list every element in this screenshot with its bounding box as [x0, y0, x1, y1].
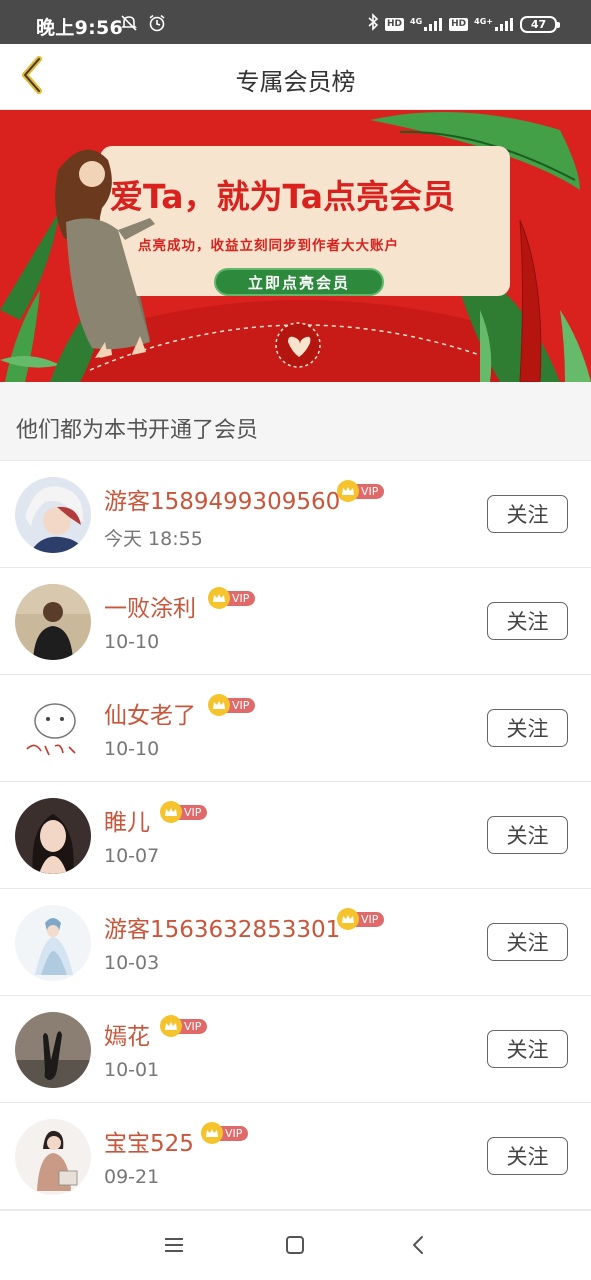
status-time: 晚上9:56 — [36, 17, 124, 39]
member-row[interactable]: 睢儿 VIP 10-07 关注 — [0, 782, 591, 889]
member-date: 09-21 — [104, 1166, 160, 1188]
avatar[interactable] — [15, 477, 91, 553]
vip-badge: VIP — [208, 587, 256, 609]
vip-badge: VIP — [160, 801, 208, 823]
bluetooth-icon — [367, 13, 379, 35]
member-date: 10-10 — [104, 631, 160, 653]
avatar[interactable] — [15, 1012, 91, 1088]
section-heading: 他们都为本书开通了会员 — [0, 382, 591, 460]
member-date: 10-01 — [104, 1059, 160, 1081]
page-title: 专属会员榜 — [235, 68, 356, 96]
member-date: 10-03 — [104, 952, 160, 974]
alarm-icon — [148, 14, 166, 36]
member-row[interactable]: 一败涂利 VIP 10-10 关注 — [0, 568, 591, 675]
back-chevron-icon[interactable] — [407, 1233, 431, 1257]
crown-icon — [337, 480, 359, 502]
crown-icon — [208, 587, 230, 609]
member-row[interactable]: 游客1563632853301 VIP 10-03 关注 — [0, 889, 591, 996]
member-name[interactable]: 游客1589499309560 — [104, 482, 340, 516]
member-name[interactable]: 游客1563632853301 — [104, 910, 340, 944]
member-date: 10-10 — [104, 738, 160, 760]
member-date: 今天 18:55 — [104, 528, 203, 550]
member-name[interactable]: 睢儿 — [104, 803, 150, 837]
vip-badge: VIP — [337, 480, 385, 502]
crown-icon — [208, 694, 230, 716]
member-name[interactable]: 一败涂利 — [104, 589, 196, 623]
activate-vip-button[interactable]: 立即点亮会员 — [214, 268, 384, 296]
vip-badge: VIP — [201, 1122, 249, 1144]
promo-banner[interactable]: 爱Ta，就为Ta点亮会员 点亮成功，收益立刻同步到作者大大账户 立即点亮会员 — [0, 110, 591, 382]
follow-button[interactable]: 关注 — [487, 495, 568, 533]
avatar[interactable] — [15, 1119, 91, 1195]
menu-icon[interactable] — [162, 1233, 186, 1257]
member-list: 游客1589499309560 VIP 今天 18:55 关注 一败涂利 VIP… — [0, 460, 591, 1210]
vip-badge: VIP — [337, 908, 385, 930]
mute-icon — [120, 14, 138, 36]
crown-icon — [201, 1122, 223, 1144]
hd-badge-2: HD — [449, 17, 469, 31]
crown-icon — [160, 1015, 182, 1037]
member-name[interactable]: 仙女老了 — [104, 696, 196, 730]
system-nav-bar — [0, 1210, 591, 1280]
status-bar: 晚上9:56 HD 4G HD 4G+ 47 — [0, 0, 591, 44]
member-row[interactable]: 游客1589499309560 VIP 今天 18:55 关注 — [0, 461, 591, 568]
home-square-icon[interactable] — [283, 1233, 307, 1257]
crown-icon — [160, 801, 182, 823]
member-name[interactable]: 嫣花 — [104, 1017, 150, 1051]
member-row[interactable]: 宝宝525 VIP 09-21 关注 — [0, 1103, 591, 1210]
member-row[interactable]: 嫣花 VIP 10-01 关注 — [0, 996, 591, 1103]
avatar[interactable] — [15, 798, 91, 874]
hd-badge: HD — [384, 17, 404, 31]
follow-button[interactable]: 关注 — [487, 602, 568, 640]
network-label: 4G — [410, 17, 423, 26]
network-label-plus: 4G+ — [474, 17, 493, 26]
avatar[interactable] — [15, 905, 91, 981]
nav-bar: 专属会员榜 — [0, 44, 591, 110]
banner-title: 爱Ta，就为Ta点亮会员 — [110, 177, 456, 216]
member-name[interactable]: 宝宝525 — [104, 1124, 194, 1158]
signal-icon: 4G — [410, 17, 443, 31]
vip-badge: VIP — [208, 694, 256, 716]
follow-button[interactable]: 关注 — [487, 816, 568, 854]
member-row[interactable]: 仙女老了 VIP 10-10 关注 — [0, 675, 591, 782]
signal-icon-2: 4G+ — [474, 17, 514, 31]
crown-icon — [337, 908, 359, 930]
vip-badge: VIP — [160, 1015, 208, 1037]
banner-subtitle: 点亮成功，收益立刻同步到作者大大账户 — [138, 238, 399, 254]
member-date: 10-07 — [104, 845, 160, 867]
follow-button[interactable]: 关注 — [487, 709, 568, 747]
follow-button[interactable]: 关注 — [487, 1137, 568, 1175]
battery-icon: 47 — [520, 15, 560, 33]
avatar[interactable] — [15, 691, 91, 767]
follow-button[interactable]: 关注 — [487, 1030, 568, 1068]
follow-button[interactable]: 关注 — [487, 923, 568, 961]
avatar[interactable] — [15, 584, 91, 660]
